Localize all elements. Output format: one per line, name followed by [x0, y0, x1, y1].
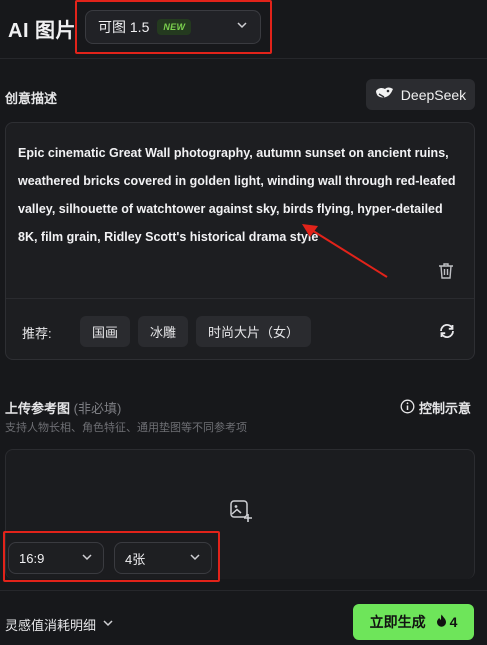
annotation-arrow: [302, 224, 388, 278]
section-label: 创意描述: [5, 91, 58, 106]
trash-icon[interactable]: [438, 262, 454, 285]
annotation-box-model: [75, 0, 272, 54]
cost-indicator: 4: [436, 614, 458, 630]
upload-hint: 支持人物长相、角色特征、通用垫图等不同参考项: [5, 422, 247, 434]
generate-button[interactable]: 立即生成 4: [353, 604, 474, 640]
prompt-card: Epic cinematic Great Wall photography, a…: [5, 122, 475, 360]
control-hint-link[interactable]: 控制示意: [400, 398, 471, 417]
upload-label-text: 上传参考图: [5, 401, 71, 416]
control-hint-label: 控制示意: [419, 401, 472, 416]
upload-label: 上传参考图 (非必填): [5, 398, 121, 417]
chip-fashion[interactable]: 时尚大片（女）: [196, 316, 312, 347]
flame-icon: [436, 614, 447, 630]
footer-divider: [0, 590, 487, 591]
cost-detail-label: 灵感值消耗明细: [5, 618, 97, 633]
annotation-box-options: [3, 531, 220, 582]
deepseek-label: DeepSeek: [400, 86, 467, 103]
header-divider: [0, 58, 487, 59]
generate-label: 立即生成: [369, 614, 426, 630]
deepseek-icon: [375, 85, 395, 104]
cost-detail-toggle[interactable]: 灵感值消耗明细: [5, 615, 114, 634]
upload-optional-text: (非必填): [73, 401, 122, 416]
image-upload-icon[interactable]: [229, 499, 253, 528]
info-icon: [400, 399, 415, 417]
deepseek-button[interactable]: DeepSeek: [366, 79, 475, 110]
refresh-icon[interactable]: [438, 322, 456, 345]
chip-bingdiao[interactable]: 冰雕: [138, 316, 189, 347]
cost-value: 4: [449, 614, 458, 630]
chip-guohua[interactable]: 国画: [80, 316, 131, 347]
recommend-label: 推荐:: [22, 326, 52, 341]
chevron-down-icon: [102, 617, 114, 632]
app-title: AI 图片: [8, 20, 77, 42]
card-divider: [6, 298, 474, 299]
